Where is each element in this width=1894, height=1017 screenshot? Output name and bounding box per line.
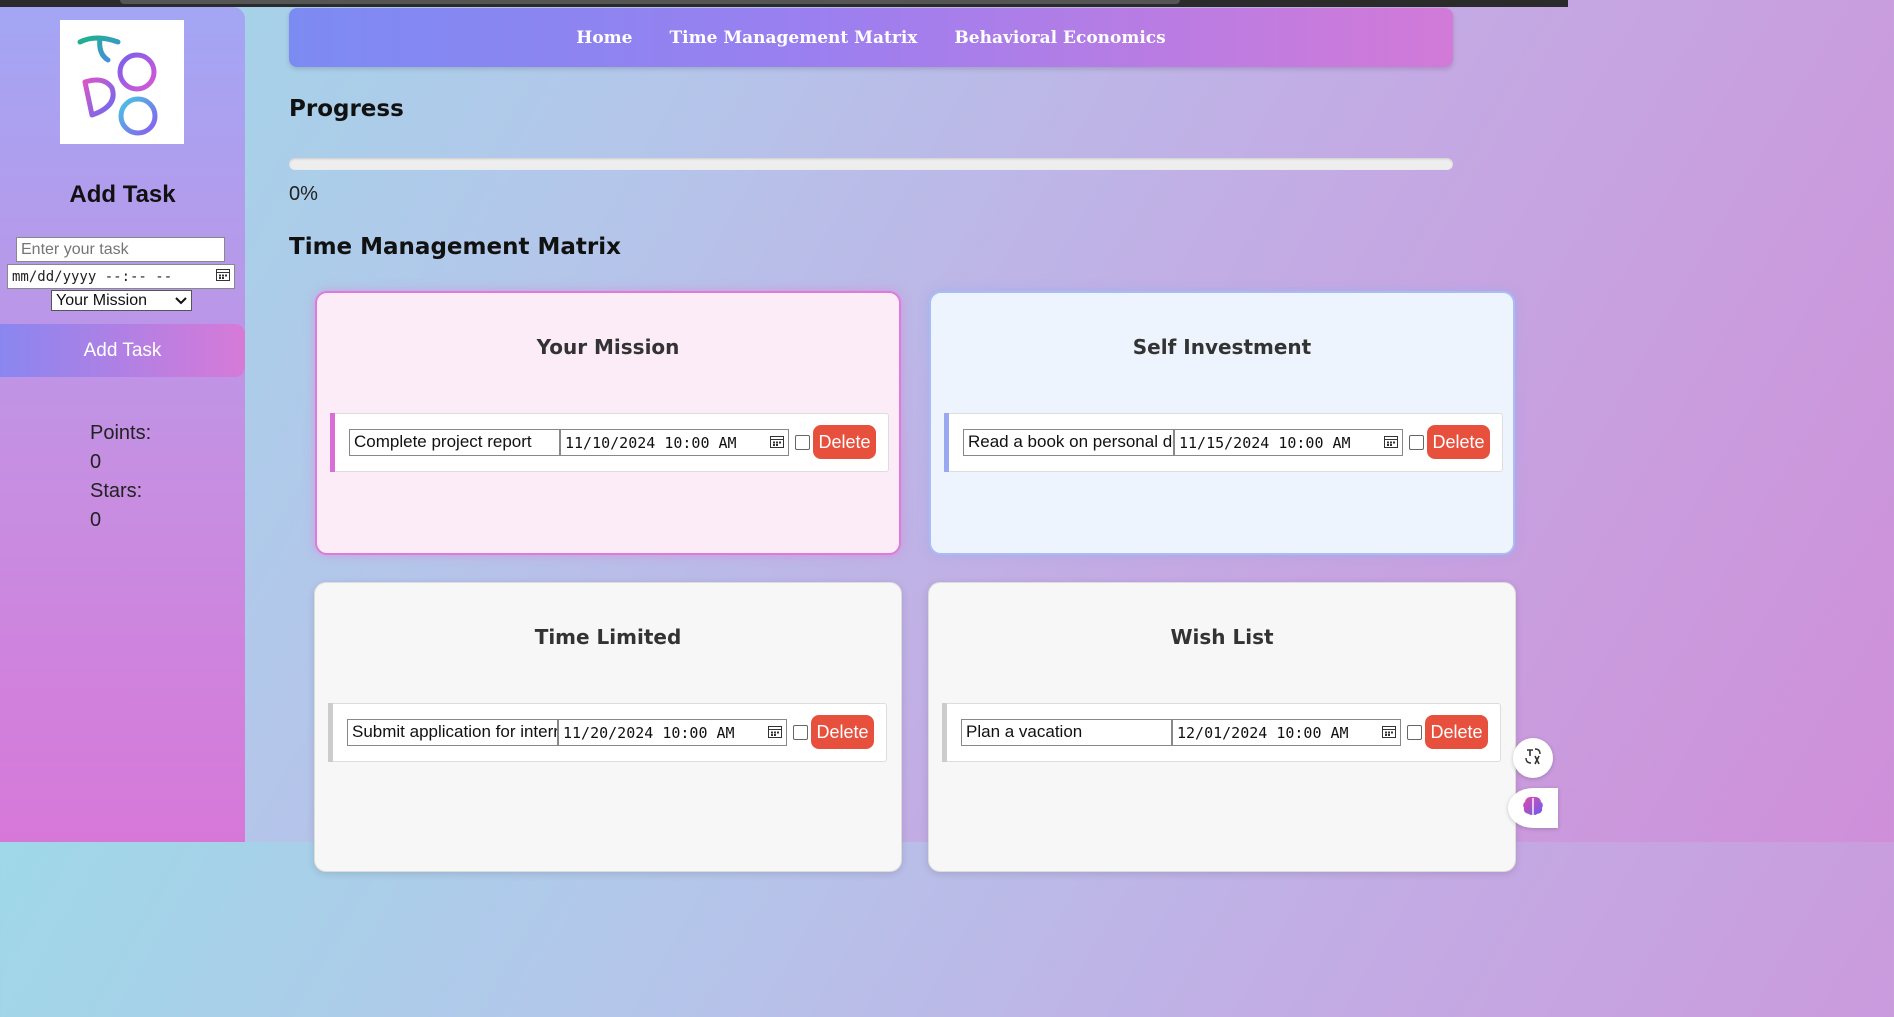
score-panel: Points: 0 Stars: 0 — [90, 419, 151, 535]
calendar-icon[interactable] — [770, 434, 784, 452]
delete-button[interactable]: Delete — [811, 715, 874, 749]
nav-link-behavioral-economics[interactable]: Behavioral Economics — [954, 28, 1165, 48]
task-date-field[interactable]: 11/10/2024 10:00 AM — [560, 429, 789, 456]
top-navbar: Home Time Management Matrix Behavioral E… — [289, 8, 1453, 67]
task-datetime-input[interactable]: mm/dd/yyyy --:-- -- — [7, 264, 235, 289]
task-date-value: 11/15/2024 10:00 AM — [1179, 433, 1351, 452]
add-task-button[interactable]: Add Task — [0, 324, 245, 377]
task-accent-bar — [330, 413, 335, 472]
task-text-field[interactable]: Complete project report — [349, 429, 560, 456]
task-complete-checkbox[interactable] — [795, 435, 810, 450]
browser-top-strip — [0, 0, 1568, 7]
quadrant-title: Wish List — [1170, 625, 1274, 649]
sidebar: Add Task mm/dd/yyyy --:-- -- Your Missio… — [0, 7, 245, 842]
delete-button[interactable]: Delete — [1425, 715, 1488, 749]
task-date-field[interactable]: 12/01/2024 10:00 AM — [1172, 719, 1401, 746]
task-row: Complete project report 11/10/2024 10:00… — [330, 413, 889, 472]
category-selected-value: Your Mission — [56, 291, 148, 309]
progress-bar — [289, 158, 1453, 170]
quadrant-time-limited: Time Limited Submit application for inte… — [314, 582, 902, 872]
task-complete-checkbox[interactable] — [793, 725, 808, 740]
task-text-field[interactable]: Read a book on personal de — [963, 429, 1174, 456]
task-accent-bar — [944, 413, 949, 472]
calendar-icon[interactable] — [768, 724, 782, 742]
task-date-value: 12/01/2024 10:00 AM — [1177, 723, 1349, 742]
matrix-heading: Time Management Matrix — [289, 234, 621, 260]
datetime-placeholder: mm/dd/yyyy --:-- -- — [12, 268, 173, 285]
browser-tab-strip — [120, 0, 1180, 4]
add-task-heading: Add Task — [69, 181, 176, 208]
task-date-value: 11/10/2024 10:00 AM — [565, 433, 737, 452]
quadrant-your-mission: Your Mission Complete project report 11/… — [315, 291, 901, 555]
task-complete-checkbox[interactable] — [1409, 435, 1424, 450]
task-date-value: 11/20/2024 10:00 AM — [563, 723, 735, 742]
points-value: 0 — [90, 451, 102, 473]
stars-value: 0 — [90, 509, 102, 531]
quadrant-wish-list: Wish List Plan a vacation 12/01/2024 10:… — [928, 582, 1516, 872]
task-row: Submit application for interr 11/20/2024… — [328, 703, 887, 762]
translate-extension-button[interactable] — [1513, 738, 1553, 778]
progress-percent: 0% — [289, 183, 318, 205]
task-complete-checkbox[interactable] — [1407, 725, 1422, 740]
nav-link-time-management-matrix[interactable]: Time Management Matrix — [670, 28, 918, 48]
task-date-field[interactable]: 11/15/2024 10:00 AM — [1174, 429, 1403, 456]
calendar-icon[interactable] — [216, 268, 230, 285]
calendar-icon[interactable] — [1384, 434, 1398, 452]
category-select[interactable]: Your Mission — [51, 290, 192, 311]
quadrant-self-investment: Self Investment Read a book on personal … — [929, 291, 1515, 555]
quadrant-title: Time Limited — [534, 625, 682, 649]
chevron-down-icon — [175, 292, 187, 310]
task-date-field[interactable]: 11/20/2024 10:00 AM — [558, 719, 787, 746]
progress-heading: Progress — [289, 96, 404, 122]
stars-label: Stars: — [90, 480, 143, 502]
task-row: Plan a vacation 12/01/2024 10:00 AM Dele… — [942, 703, 1501, 762]
delete-button[interactable]: Delete — [813, 425, 876, 459]
task-text-field[interactable]: Plan a vacation — [961, 719, 1172, 746]
task-accent-bar — [328, 703, 333, 762]
ai-assistant-extension-button[interactable] — [1508, 788, 1558, 828]
calendar-icon[interactable] — [1382, 724, 1396, 742]
quadrant-title: Your Mission — [536, 335, 680, 359]
task-accent-bar — [942, 703, 947, 762]
delete-button[interactable]: Delete — [1427, 425, 1490, 459]
task-row: Read a book on personal de 11/15/2024 10… — [944, 413, 1503, 472]
task-name-input[interactable] — [16, 237, 225, 262]
task-text-field[interactable]: Submit application for interr — [347, 719, 558, 746]
translate-icon — [1523, 746, 1543, 770]
nav-link-home[interactable]: Home — [576, 28, 632, 48]
quadrant-title: Self Investment — [1132, 335, 1312, 359]
todo-logo — [60, 20, 184, 144]
brain-icon — [1520, 794, 1546, 822]
points-label: Points: — [90, 422, 152, 444]
